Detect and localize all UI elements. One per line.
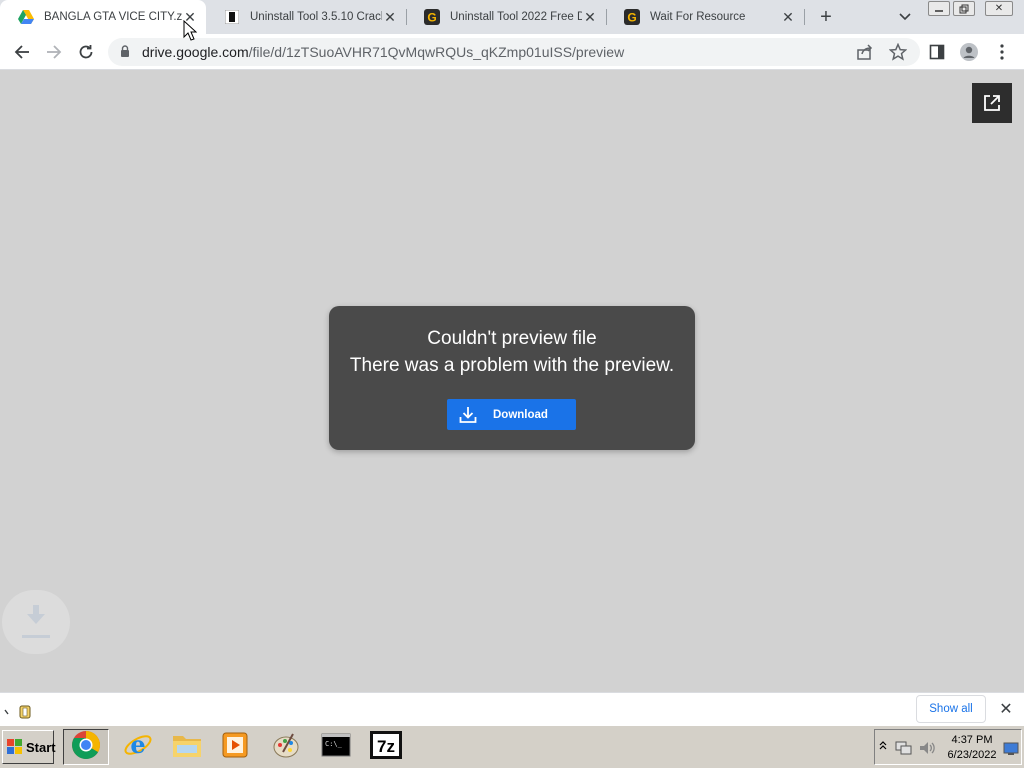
lock-icon xyxy=(120,45,130,63)
tab-uninstall-crack[interactable]: Uninstall Tool 3.5.10 Crack ✕ xyxy=(206,0,406,34)
uninstall-tool-icon xyxy=(224,9,240,25)
side-panel-icon[interactable] xyxy=(926,41,948,63)
media-player-icon xyxy=(221,731,249,764)
taskbar-file-explorer[interactable] xyxy=(164,729,210,765)
forward-arrow-icon[interactable] xyxy=(43,41,65,63)
tray-expand-chevron-icon[interactable] xyxy=(879,739,887,758)
show-all-downloads-button[interactable]: Show all xyxy=(916,695,986,723)
url-text: drive.google.com/file/d/1zTSuoAVHR71QvMq… xyxy=(142,44,624,60)
tab-separator xyxy=(804,9,805,25)
internet-explorer-icon: e xyxy=(123,730,153,765)
taskbar-command-prompt[interactable]: C:\_ xyxy=(313,729,359,765)
chrome-icon xyxy=(71,730,101,765)
svg-text:G: G xyxy=(427,11,436,25)
preview-area: Couldn't preview file There was a proble… xyxy=(0,70,1024,692)
tab-strip: BANGLA GTA VICE CITY.zip ✕ Uninstall Too… xyxy=(0,0,1024,34)
download-item[interactable] xyxy=(2,697,42,723)
google-drive-icon xyxy=(18,9,34,25)
url-path: /file/d/1zTSuoAVHR71QvMqwRQUs_qKZmp01uIS… xyxy=(248,44,625,60)
tab-title: Uninstall Tool 2022 Free Do xyxy=(450,11,582,23)
minimize-window-button[interactable] xyxy=(928,1,950,16)
download-icon xyxy=(459,406,477,424)
svg-text:7z: 7z xyxy=(377,737,395,756)
restore-window-button[interactable] xyxy=(953,1,975,16)
back-arrow-icon[interactable] xyxy=(11,41,33,63)
svg-text:G: G xyxy=(627,11,636,25)
download-label: Download xyxy=(493,408,548,421)
g-site-icon: G xyxy=(624,9,640,25)
tab-bangla-gta[interactable]: BANGLA GTA VICE CITY.zip ✕ xyxy=(0,0,206,34)
g-site-icon: G xyxy=(424,9,440,25)
clock-date[interactable]: 6/23/2022 xyxy=(933,749,1011,761)
browser-toolbar: drive.google.com/file/d/1zTSuoAVHR71QvMq… xyxy=(0,34,1024,70)
download-button[interactable]: Download xyxy=(447,399,576,430)
clock-time[interactable]: 4:37 PM xyxy=(933,734,1011,746)
error-title: Couldn't preview file xyxy=(427,328,597,349)
command-prompt-icon: C:\_ xyxy=(321,733,351,762)
taskbar: Start e C:\_ 7z 4:37 PM 6/23/2022 xyxy=(0,725,1024,768)
tab-search-chevron-icon[interactable] xyxy=(896,8,914,26)
windows-flag-icon xyxy=(7,739,23,755)
tab-title: Uninstall Tool 3.5.10 Crack xyxy=(250,11,382,23)
profile-avatar-icon[interactable] xyxy=(958,41,980,63)
taskbar-7zip[interactable]: 7z xyxy=(363,729,409,765)
7zip-icon: 7z xyxy=(369,730,403,765)
error-message: There was a problem with the preview. xyxy=(349,355,675,376)
tab-title: BANGLA GTA VICE CITY.zip xyxy=(44,11,182,23)
close-tab-icon[interactable]: ✕ xyxy=(382,9,398,25)
close-tab-icon[interactable]: ✕ xyxy=(582,9,598,25)
close-tab-icon[interactable]: ✕ xyxy=(780,9,796,25)
open-in-new-window-icon[interactable] xyxy=(972,83,1012,123)
taskbar-internet-explorer[interactable]: e xyxy=(115,729,161,765)
screen: BANGLA GTA VICE CITY.zip ✕ Uninstall Too… xyxy=(0,0,1024,768)
share-icon[interactable] xyxy=(856,43,874,66)
close-window-button[interactable]: ✕ xyxy=(985,1,1013,16)
system-tray: 4:37 PM 6/23/2022 xyxy=(874,729,1022,765)
show-desktop-icon[interactable] xyxy=(1003,742,1019,761)
folder-icon xyxy=(171,730,203,765)
network-icon[interactable] xyxy=(895,740,913,761)
browser-menu-icon[interactable] xyxy=(991,41,1013,63)
preview-error-dialog: Couldn't preview file There was a proble… xyxy=(329,306,695,450)
svg-text:e: e xyxy=(130,730,145,759)
close-downloads-bar-icon[interactable]: ✕ xyxy=(996,699,1016,719)
svg-text:C:\_: C:\_ xyxy=(325,740,343,748)
address-bar[interactable]: drive.google.com/file/d/1zTSuoAVHR71QvMq… xyxy=(108,38,920,66)
tab-wait-resource[interactable]: G Wait For Resource ✕ xyxy=(606,0,804,34)
reload-icon[interactable] xyxy=(75,41,97,63)
bookmark-star-icon[interactable] xyxy=(888,42,908,66)
start-label: Start xyxy=(26,739,56,755)
downloads-bar: Show all ✕ xyxy=(0,692,1024,725)
new-tab-button[interactable]: + xyxy=(815,6,837,28)
taskbar-media-player[interactable] xyxy=(212,729,258,765)
mouse-cursor-icon xyxy=(183,19,198,47)
tab-uninstall-free[interactable]: G Uninstall Tool 2022 Free Do ✕ xyxy=(406,0,606,34)
floating-download-button[interactable] xyxy=(2,590,70,654)
paint-palette-icon xyxy=(271,730,301,765)
taskbar-chrome[interactable] xyxy=(63,729,109,765)
taskbar-paint[interactable] xyxy=(263,729,309,765)
tab-title: Wait For Resource xyxy=(650,11,746,23)
start-button[interactable]: Start xyxy=(2,730,56,764)
